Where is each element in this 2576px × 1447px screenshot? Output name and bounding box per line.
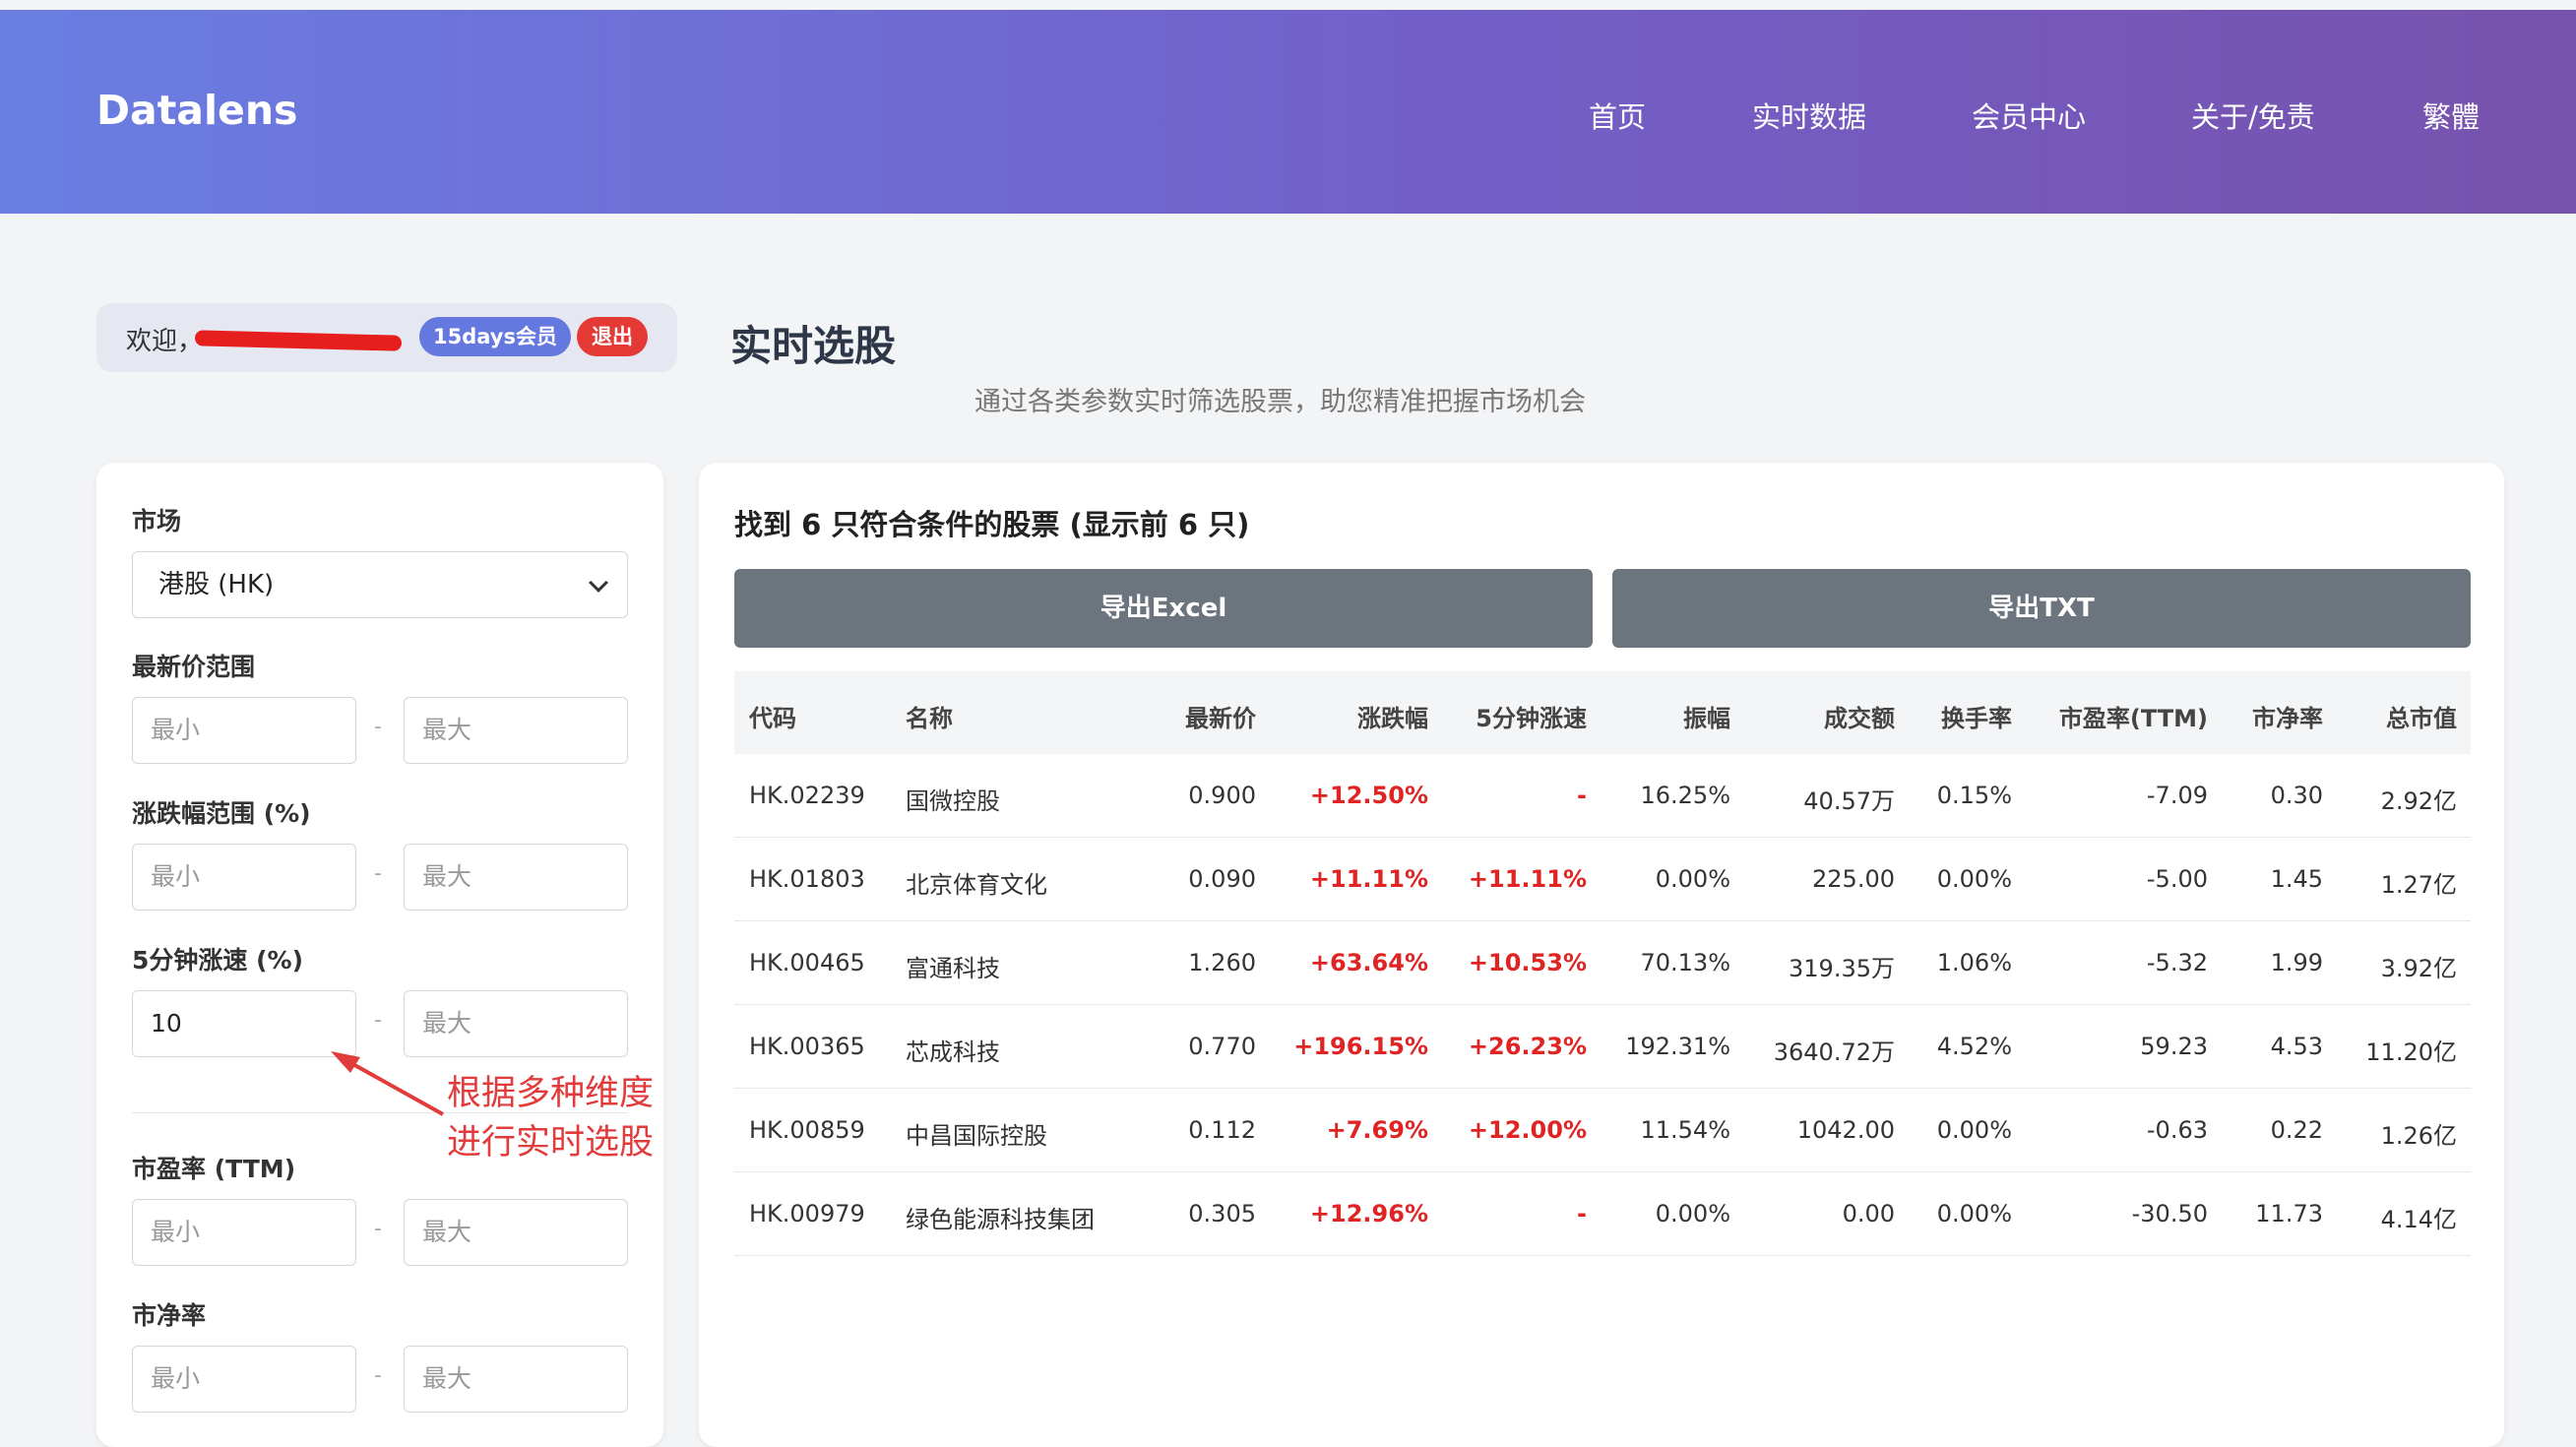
annotation-text: 根据多种维度 进行实时选股 <box>447 1074 655 1163</box>
col-price[interactable]: 最新价 <box>1185 699 1256 733</box>
cell-change: +196.15% <box>1293 1033 1428 1060</box>
cell-market-cap: 4.14亿 <box>2380 1206 2457 1233</box>
cell-change: +11.11% <box>1309 865 1428 893</box>
col-change[interactable]: 涨跌幅 <box>1357 699 1428 733</box>
cell-price: 1.260 <box>1188 949 1256 976</box>
cell-name: 富通科技 <box>906 955 1000 982</box>
cell-turnover-rate: 0.00% <box>1936 865 2012 893</box>
cell-turnover-rate: 4.52% <box>1936 1033 2012 1060</box>
cell-name: 芯成科技 <box>906 1038 1000 1066</box>
cell-amplitude: 192.31% <box>1625 1033 1730 1060</box>
cell-code: HK.01803 <box>749 865 865 893</box>
cell-speed: - <box>1577 1200 1587 1227</box>
cell-code: HK.00859 <box>749 1116 865 1144</box>
cell-price: 0.112 <box>1188 1116 1256 1144</box>
col-name[interactable]: 名称 <box>906 699 953 733</box>
cell-pe: -5.00 <box>2146 865 2208 893</box>
cell-speed: +26.23% <box>1468 1033 1587 1060</box>
export-txt-button[interactable]: 导出TXT <box>1612 569 2471 648</box>
cell-price: 0.770 <box>1188 1033 1256 1060</box>
col-pe[interactable]: 市盈率(TTM) <box>2059 699 2208 733</box>
cell-turnover-value: 3640.72万 <box>1773 1038 1895 1066</box>
cell-market-cap: 3.92亿 <box>2380 955 2457 982</box>
col-market-cap[interactable]: 总市值 <box>2386 699 2457 733</box>
table-row[interactable]: HK.00465 富通科技 1.260 +63.64% +10.53% 70.1… <box>734 921 2471 1005</box>
table-row[interactable]: HK.00979 绿色能源科技集团 0.305 +12.96% - 0.00% … <box>734 1172 2471 1256</box>
cell-market-cap: 1.27亿 <box>2380 871 2457 899</box>
cell-pe: -30.50 <box>2131 1200 2208 1227</box>
results-panel: 找到 6 只符合条件的股票 (显示前 6 只) 导出Excel 导出TXT 代码… <box>699 463 2504 1447</box>
cell-pb: 1.45 <box>2270 865 2323 893</box>
table-header: 代码 名称 最新价 涨跌幅 5分钟涨速 振幅 成交额 换手率 市盈率(TTM) … <box>734 671 2471 754</box>
cell-change: +63.64% <box>1309 949 1428 976</box>
cell-name: 北京体育文化 <box>906 871 1047 899</box>
cell-speed: +12.00% <box>1468 1116 1587 1144</box>
col-pb[interactable]: 市净率 <box>2252 699 2323 733</box>
col-turnover-value[interactable]: 成交额 <box>1824 699 1895 733</box>
cell-amplitude: 11.54% <box>1640 1116 1730 1144</box>
export-excel-button[interactable]: 导出Excel <box>734 569 1593 648</box>
cell-speed: +11.11% <box>1468 865 1587 893</box>
cell-turnover-value: 0.00 <box>1842 1200 1895 1227</box>
cell-market-cap: 11.20亿 <box>2365 1038 2457 1066</box>
cell-market-cap: 1.26亿 <box>2380 1122 2457 1150</box>
cell-price: 0.305 <box>1188 1200 1256 1227</box>
cell-pb: 11.73 <box>2255 1200 2323 1227</box>
cell-pe: -7.09 <box>2146 782 2208 809</box>
cell-name: 绿色能源科技集团 <box>906 1206 1095 1233</box>
cell-code: HK.00365 <box>749 1033 865 1060</box>
cell-pe: -5.32 <box>2146 949 2208 976</box>
cell-turnover-value: 225.00 <box>1812 865 1895 893</box>
cell-amplitude: 70.13% <box>1640 949 1730 976</box>
cell-market-cap: 2.92亿 <box>2380 787 2457 815</box>
cell-change: +12.50% <box>1309 782 1428 809</box>
cell-name: 国微控股 <box>906 787 1000 815</box>
cell-turnover-rate: 0.00% <box>1936 1116 2012 1144</box>
cell-pe: 59.23 <box>2140 1033 2208 1060</box>
col-amplitude[interactable]: 振幅 <box>1683 699 1730 733</box>
cell-pb: 0.30 <box>2270 782 2323 809</box>
cell-turnover-rate: 0.00% <box>1936 1200 2012 1227</box>
cell-turnover-value: 1042.00 <box>1796 1116 1895 1144</box>
cell-pb: 0.22 <box>2270 1116 2323 1144</box>
col-speed[interactable]: 5分钟涨速 <box>1476 699 1587 733</box>
cell-change: +12.96% <box>1309 1200 1428 1227</box>
table-row[interactable]: HK.02239 国微控股 0.900 +12.50% - 16.25% 40.… <box>734 754 2471 838</box>
col-code[interactable]: 代码 <box>749 699 796 733</box>
col-turnover-rate[interactable]: 换手率 <box>1941 699 2012 733</box>
cell-turnover-value: 319.35万 <box>1789 955 1895 982</box>
cell-speed: +10.53% <box>1468 949 1587 976</box>
cell-pb: 4.53 <box>2270 1033 2323 1060</box>
cell-code: HK.02239 <box>749 782 865 809</box>
cell-code: HK.00979 <box>749 1200 865 1227</box>
cell-pe: -0.63 <box>2146 1116 2208 1144</box>
table-row[interactable]: HK.00859 中昌国际控股 0.112 +7.69% +12.00% 11.… <box>734 1089 2471 1172</box>
cell-pb: 1.99 <box>2270 949 2323 976</box>
table-row[interactable]: HK.01803 北京体育文化 0.090 +11.11% +11.11% 0.… <box>734 838 2471 921</box>
cell-turnover-rate: 1.06% <box>1936 949 2012 976</box>
cell-amplitude: 16.25% <box>1640 782 1730 809</box>
cell-code: HK.00465 <box>749 949 865 976</box>
cell-amplitude: 0.00% <box>1655 1200 1730 1227</box>
cell-name: 中昌国际控股 <box>906 1122 1047 1150</box>
cell-price: 0.900 <box>1188 782 1256 809</box>
cell-amplitude: 0.00% <box>1655 865 1730 893</box>
cell-turnover-value: 40.57万 <box>1803 787 1895 815</box>
cell-change: +7.69% <box>1326 1116 1428 1144</box>
cell-price: 0.090 <box>1188 865 1256 893</box>
table-row[interactable]: HK.00365 芯成科技 0.770 +196.15% +26.23% 192… <box>734 1005 2471 1089</box>
cell-turnover-rate: 0.15% <box>1936 782 2012 809</box>
results-count-title: 找到 6 只符合条件的股票 (显示前 6 只) <box>734 508 1250 541</box>
cell-speed: - <box>1577 782 1587 809</box>
